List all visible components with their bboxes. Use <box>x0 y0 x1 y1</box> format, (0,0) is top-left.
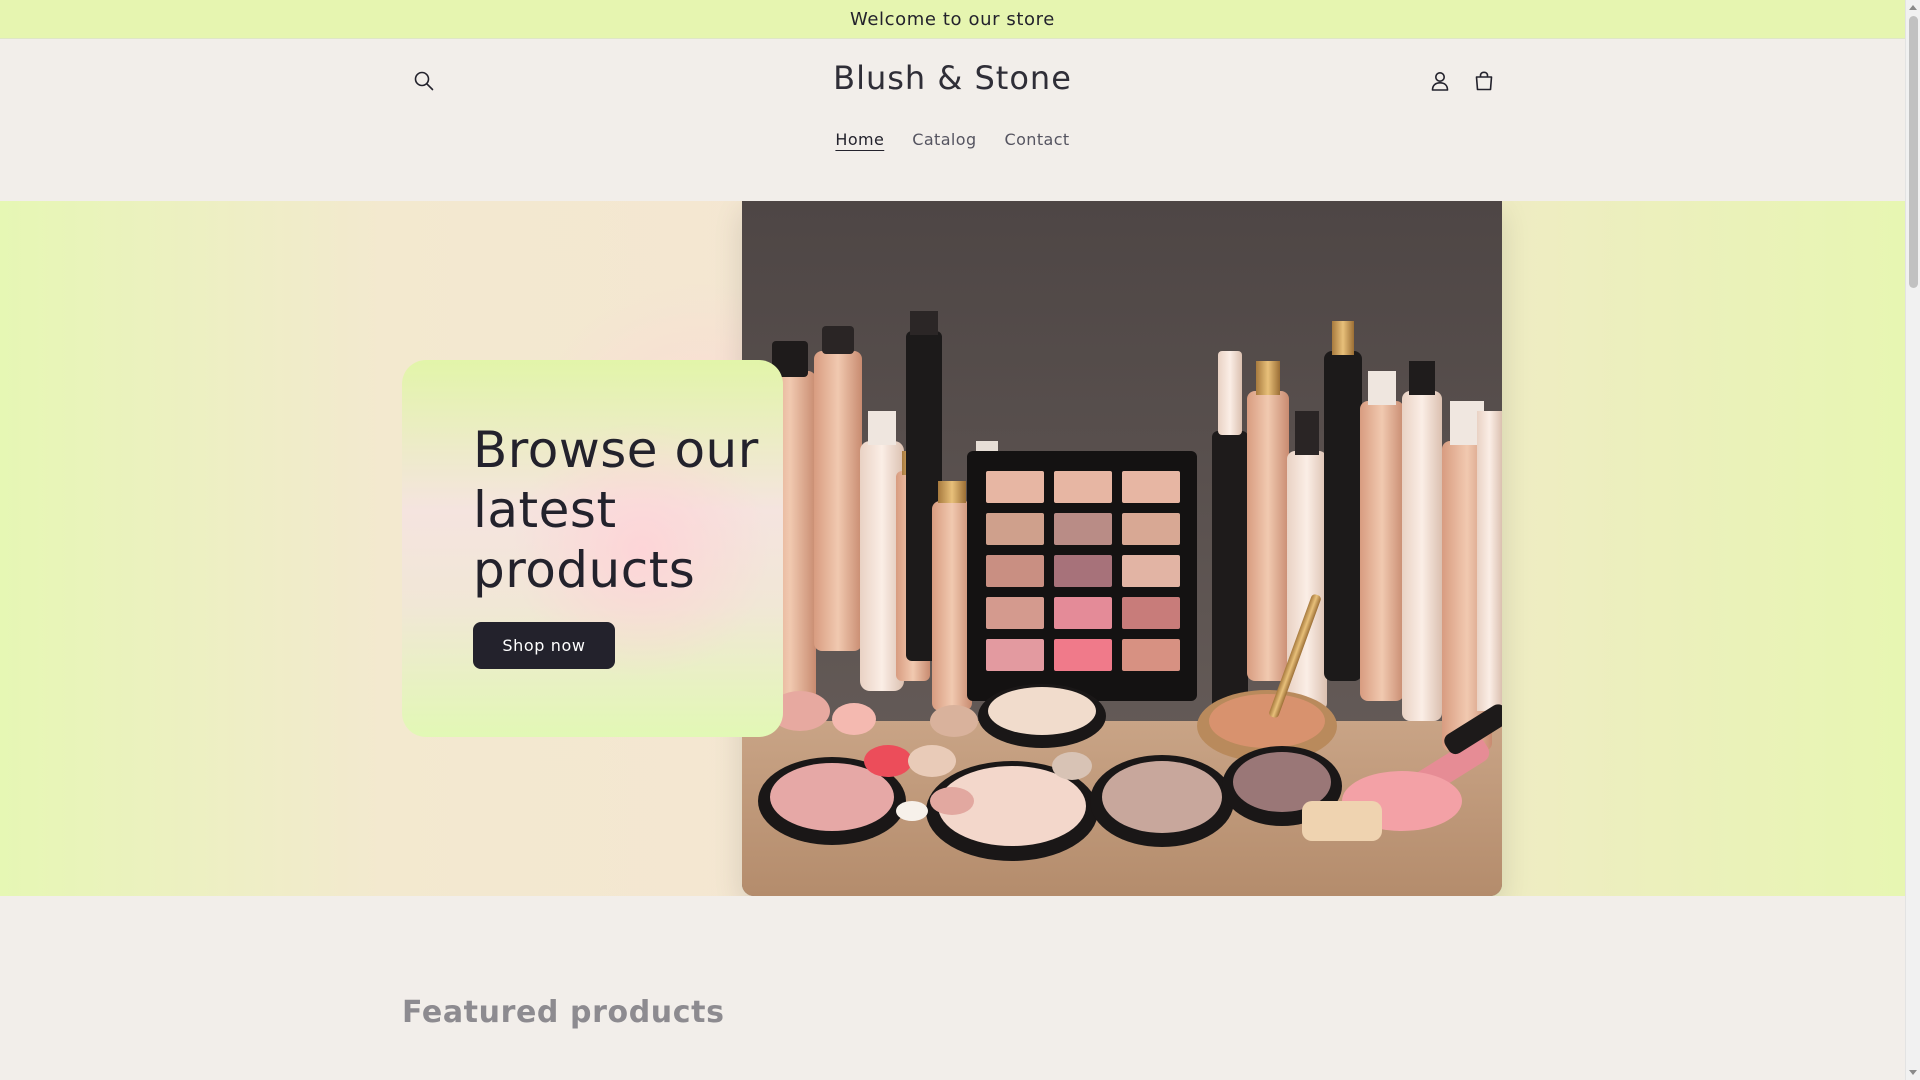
featured-products-heading: Featured products <box>402 995 725 1030</box>
site-header: Blush & Stone Home Catalog Contact <box>0 39 1905 201</box>
nav-item-home[interactable]: Home <box>823 124 896 155</box>
main-navigation: Home Catalog Contact <box>0 124 1905 155</box>
account-icon <box>1431 72 1449 91</box>
hero-heading: Browse our latest products <box>473 421 759 599</box>
cart-button[interactable] <box>1466 63 1502 99</box>
shop-now-button[interactable]: Shop now <box>473 622 615 669</box>
scrollbar-thumb[interactable] <box>1909 16 1918 288</box>
cart-icon <box>1475 71 1493 91</box>
announcement-bar: Welcome to our store <box>0 0 1905 39</box>
hero-banner: Browse our latest products Shop now <box>0 201 1905 896</box>
announcement-text: Welcome to our store <box>850 8 1055 30</box>
account-button[interactable] <box>1422 63 1458 99</box>
hero-content-card: Browse our latest products Shop now <box>402 360 783 737</box>
store-logo[interactable]: Blush & Stone <box>0 59 1905 97</box>
nav-item-catalog[interactable]: Catalog <box>900 124 988 155</box>
scroll-up-arrow-icon[interactable] <box>1909 5 1917 10</box>
nav-item-contact[interactable]: Contact <box>993 124 1082 155</box>
page-scrollbar[interactable] <box>1905 0 1920 1080</box>
hero-image <box>742 201 1502 896</box>
scroll-down-arrow-icon[interactable] <box>1909 1070 1917 1075</box>
